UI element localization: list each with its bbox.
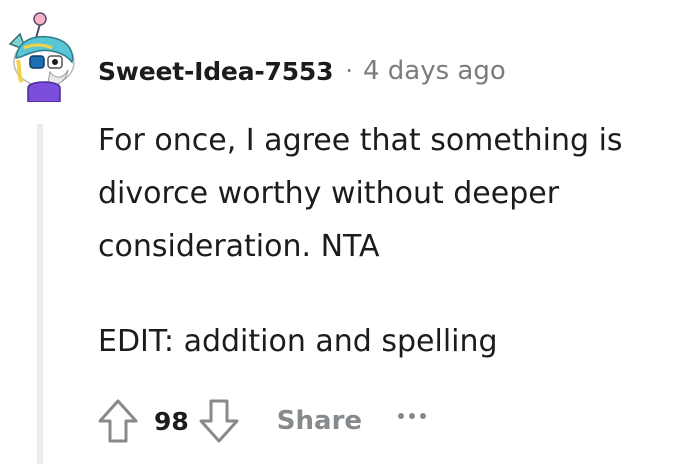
comment-edit-note: EDIT: addition and spelling [98, 324, 498, 359]
more-options-button[interactable] [398, 406, 427, 426]
share-button[interactable]: Share [277, 406, 362, 436]
downvote-button[interactable] [197, 396, 241, 446]
comment: Sweet-Idea-7553 · 4 days ago For once, I… [0, 0, 700, 464]
comment-paragraph: For once, I agree that something is divo… [98, 123, 623, 264]
ellipsis-icon [398, 413, 405, 419]
comment-body: For once, I agree that something is divo… [98, 114, 694, 368]
arrow-down-icon [199, 399, 239, 443]
ellipsis-icon [420, 413, 427, 419]
vote-score: 98 [154, 406, 189, 436]
comment-timestamp[interactable]: 4 days ago [363, 56, 506, 86]
header-separator: · [345, 57, 353, 85]
arrow-up-icon [98, 399, 138, 443]
avatar[interactable] [4, 8, 84, 103]
comment-actions: 98 Share [96, 396, 427, 446]
username-link[interactable]: Sweet-Idea-7553 [98, 57, 334, 86]
comment-header: Sweet-Idea-7553 · 4 days ago [98, 54, 506, 88]
snoo-avatar-icon [8, 12, 75, 103]
thread-collapse-line[interactable] [37, 124, 43, 464]
upvote-button[interactable] [96, 396, 140, 446]
ellipsis-icon [409, 413, 416, 419]
